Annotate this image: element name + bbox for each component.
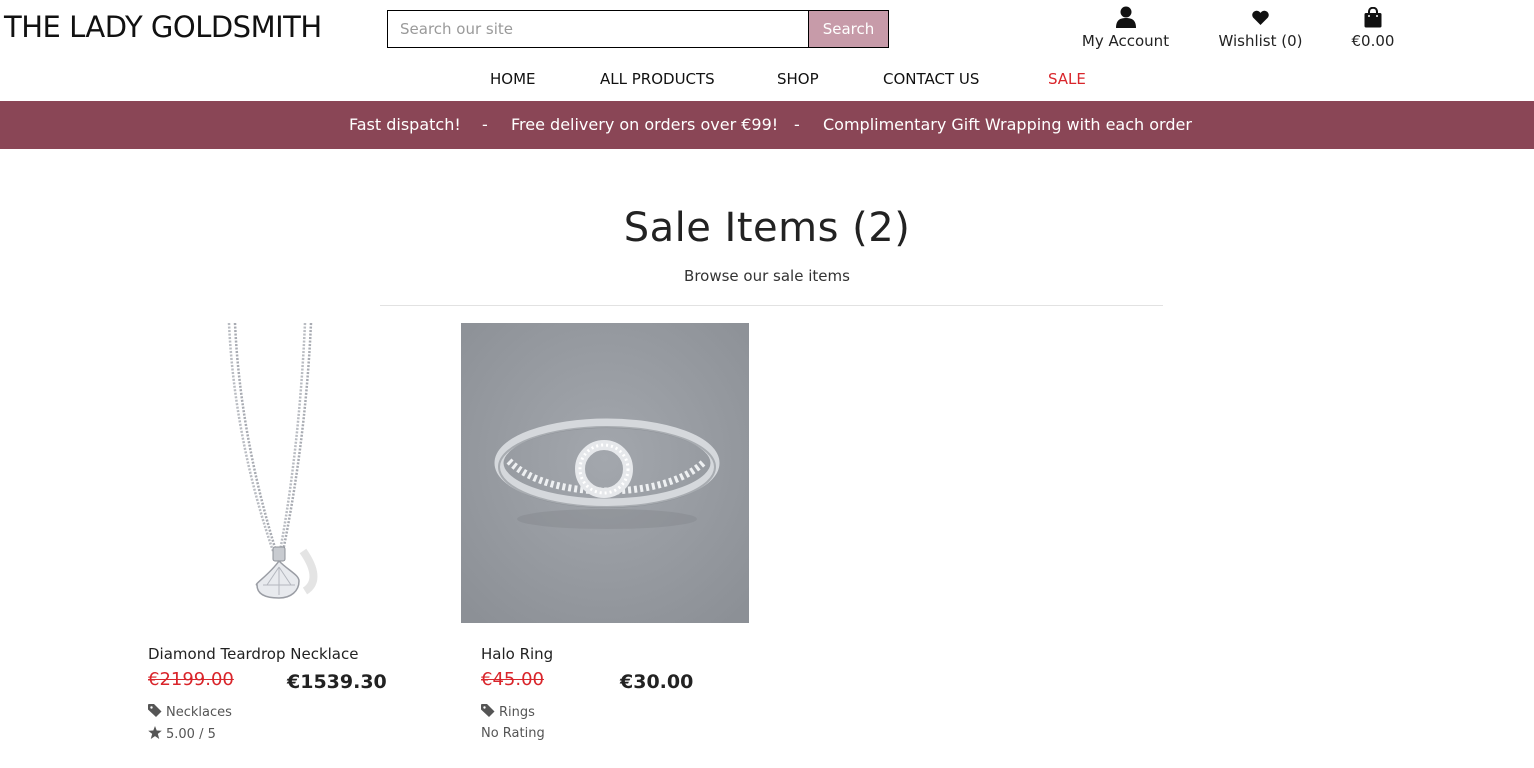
search-bar: Search — [387, 10, 889, 48]
heart-icon — [1252, 4, 1269, 30]
product-name[interactable]: Diamond Teardrop Necklace — [148, 645, 358, 663]
product-category-label: Rings — [499, 705, 535, 720]
product-old-price: €45.00 — [481, 669, 544, 690]
product-image-ring[interactable] — [461, 323, 749, 623]
product-card: Halo Ring €45.00 €30.00 Rings No Rating — [461, 323, 751, 741]
shopping-bag-icon — [1364, 4, 1382, 30]
main-nav: HOME ALL PRODUCTS SHOP CONTACT US SALE — [0, 70, 1534, 92]
page-title: Sale Items (2) — [623, 205, 911, 251]
product-category-label: Necklaces — [166, 705, 232, 720]
banner-gift-wrapping: Complimentary Gift Wrapping with each or… — [823, 115, 1192, 134]
product-rating: No Rating — [481, 726, 545, 741]
shopping-bag-link[interactable]: €0.00 — [1346, 4, 1400, 50]
search-input[interactable] — [387, 10, 808, 48]
product-rating-label: No Rating — [481, 726, 545, 741]
promo-banner: Fast dispatch! - Free delivery on orders… — [0, 101, 1534, 149]
nav-shop[interactable]: SHOP — [777, 70, 819, 88]
nav-contact-us[interactable]: CONTACT US — [883, 70, 979, 88]
star-icon — [148, 726, 162, 743]
wishlist-label: Wishlist (0) — [1218, 32, 1303, 50]
search-button[interactable]: Search — [808, 10, 889, 48]
site-logo[interactable]: THE LADY GOLDSMITH — [4, 10, 322, 44]
tag-icon — [148, 704, 162, 721]
nav-home[interactable]: HOME — [490, 70, 536, 88]
banner-separator: - — [482, 115, 488, 134]
product-category[interactable]: Rings — [481, 704, 535, 721]
product-image-necklace[interactable] — [143, 323, 431, 623]
user-icon — [1115, 4, 1136, 30]
product-card: Diamond Teardrop Necklace €2199.00 €1539… — [143, 323, 433, 742]
product-name[interactable]: Halo Ring — [481, 645, 553, 663]
bag-total-label: €0.00 — [1351, 32, 1395, 50]
product-price: €30.00 — [620, 671, 694, 693]
product-category[interactable]: Necklaces — [148, 704, 232, 721]
product-rating: 5.00 / 5 — [148, 726, 216, 743]
page-subtitle: Browse our sale items — [684, 267, 850, 285]
divider — [380, 305, 1163, 306]
nav-sale[interactable]: SALE — [1048, 70, 1086, 88]
nav-all-products[interactable]: ALL PRODUCTS — [600, 70, 715, 88]
banner-separator: - — [794, 115, 800, 134]
banner-free-delivery: Free delivery on orders over €99! — [511, 115, 779, 134]
wishlist-link[interactable]: Wishlist (0) — [1214, 4, 1307, 50]
banner-fast-dispatch: Fast dispatch! — [349, 115, 461, 134]
my-account-label: My Account — [1081, 32, 1170, 50]
tag-icon — [481, 704, 495, 721]
product-old-price: €2199.00 — [148, 669, 234, 690]
my-account-link[interactable]: My Account — [1078, 4, 1173, 50]
product-price: €1539.30 — [287, 671, 387, 693]
product-rating-label: 5.00 / 5 — [166, 727, 216, 742]
